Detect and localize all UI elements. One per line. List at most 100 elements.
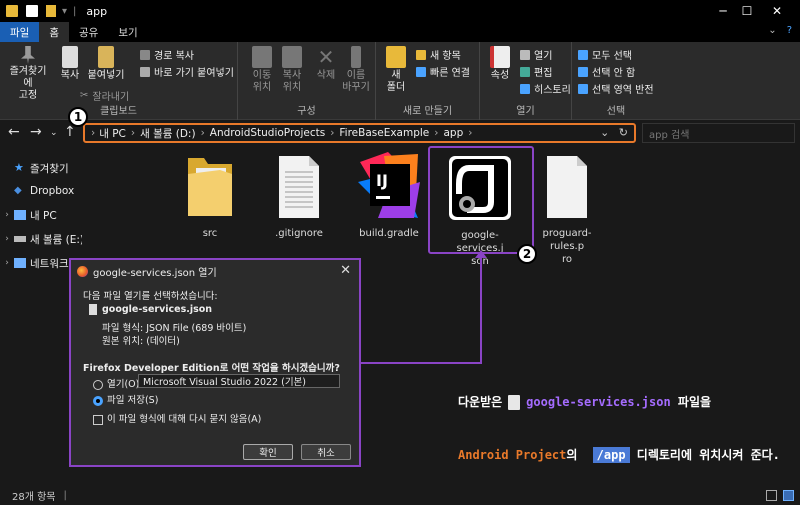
open-button[interactable]: 열기: [520, 47, 552, 62]
do-not-ask-checkbox[interactable]: 이 파일 형식에 대해 다시 묻지 않음(A): [93, 411, 261, 425]
dialog-source: 원본 위치: (데이터): [102, 336, 180, 347]
new-item-label: 새 항목: [430, 51, 461, 62]
chevron-right-icon[interactable]: ›: [0, 258, 14, 268]
paste-shortcut-button[interactable]: 바로 가기 붙여넣기: [140, 64, 234, 79]
select-all-icon: [578, 49, 588, 60]
dialog-close-icon[interactable]: ✕: [340, 263, 351, 278]
window-title: app: [86, 4, 108, 18]
organize-group: 이동 위치 복사 위치 ✕ 삭제 이름 바꾸기 구성: [238, 42, 376, 120]
select-all-button[interactable]: 모두 선택: [578, 47, 632, 62]
history-button[interactable]: 히스토리: [520, 81, 571, 96]
dialog-title-bar: google-services.json 열기: [71, 260, 359, 282]
file-item-build-gradle[interactable]: IJ build.gradle: [349, 152, 429, 240]
highlight-json-file: [428, 146, 534, 254]
sidebar-item-label: 즐겨찾기: [30, 162, 69, 175]
rename-button[interactable]: 이름 바꾸기: [336, 46, 376, 94]
refresh-icon[interactable]: ↻: [619, 126, 628, 139]
new-folder-button[interactable]: 새 폴더: [376, 46, 416, 94]
sidebar-item-volume-e[interactable]: › 새 볼륨 (E:): [0, 229, 84, 249]
tab-file[interactable]: 파일: [0, 22, 40, 42]
edit-button[interactable]: 편집: [520, 64, 552, 79]
select-none-button[interactable]: 선택 안 함: [578, 64, 635, 79]
select-none-icon: [578, 66, 588, 77]
folder-icon: [6, 5, 18, 17]
dropbox-icon: ◆: [14, 185, 22, 196]
text-file-icon: [279, 156, 319, 218]
recent-dropdown-icon[interactable]: ⌄: [50, 128, 58, 138]
search-input[interactable]: app 검색: [642, 123, 795, 143]
move-to-label: 이동 위치: [252, 70, 272, 93]
sidebar-item-dropbox[interactable]: ◆ Dropbox: [0, 181, 74, 201]
new-folder-quick-icon[interactable]: [46, 5, 56, 17]
easy-access-button[interactable]: 빠른 연결: [416, 64, 470, 79]
save-file-radio[interactable]: 파일 저장(S): [93, 392, 158, 406]
file-item-gitignore[interactable]: .gitignore: [259, 154, 339, 240]
help-icon[interactable]: ?: [787, 25, 792, 36]
history-label: 히스토리: [534, 85, 571, 96]
details-view-icon[interactable]: [766, 490, 777, 501]
drive-icon: [14, 236, 26, 242]
file-item-proguard-rules[interactable]: proguard-rules.p ro: [527, 154, 607, 266]
paste-shortcut-icon: [140, 66, 150, 77]
tab-view[interactable]: 보기: [108, 22, 147, 42]
chevron-right-icon[interactable]: ›: [0, 210, 14, 220]
svg-text:IJ: IJ: [376, 171, 388, 190]
breadcrumb-my-pc[interactable]: 내 PC: [99, 126, 126, 141]
copy-icon: [62, 46, 78, 68]
copy-to-label: 복사 위치: [282, 70, 302, 93]
file-name: proguard-rules.p ro: [542, 228, 592, 265]
sidebar-item-this-pc[interactable]: › 내 PC: [0, 205, 56, 225]
delete-icon: ✕: [317, 45, 335, 69]
sidebar-item-quick-access[interactable]: ★ 즐겨찾기: [0, 158, 69, 178]
folder-icon: [188, 158, 232, 216]
chevron-down-icon[interactable]: ⌄: [600, 126, 609, 139]
cut-label: 잘라내기: [92, 92, 130, 103]
chevron-right-icon[interactable]: ›: [0, 234, 14, 244]
file-name: .gitignore: [275, 228, 323, 239]
dialog-title: google-services.json 열기: [93, 267, 217, 279]
properties-button[interactable]: 속성: [480, 46, 520, 82]
dialog-prompt: 다음 파일 열기를 선택하셨습니다:: [83, 291, 218, 302]
back-arrow-icon[interactable]: ←: [8, 124, 20, 140]
open-with-radio[interactable]: 열기(O):: [93, 376, 143, 390]
quick-access-dropdown-icon[interactable]: ▾: [62, 6, 67, 17]
ok-button[interactable]: 확인: [243, 444, 293, 460]
select-all-label: 모두 선택: [592, 51, 632, 62]
properties-quick-icon[interactable]: [26, 5, 38, 17]
tab-share[interactable]: 공유: [69, 22, 108, 42]
delete-label: 삭제: [316, 70, 336, 81]
sidebar-item-label: 네트워크: [30, 257, 69, 270]
invert-selection-button[interactable]: 선택 영역 반전: [578, 81, 654, 96]
new-item-button[interactable]: 새 항목: [416, 47, 461, 62]
ribbon-collapse-icon[interactable]: ⌄: [768, 25, 776, 36]
breadcrumb-firebase-example[interactable]: FireBaseExample: [339, 127, 429, 139]
file-item-src[interactable]: src: [170, 154, 250, 240]
copy-path-button[interactable]: 경로 복사: [140, 47, 194, 62]
open-label: 열기: [534, 51, 553, 62]
breadcrumb-volume-d[interactable]: 새 볼륨 (D:): [140, 126, 195, 141]
properties-icon: [490, 46, 510, 68]
forward-arrow-icon[interactable]: →: [30, 124, 42, 140]
sidebar-item-label: 새 볼륨 (E:): [30, 233, 85, 246]
paste-button[interactable]: 붙여넣기: [84, 46, 128, 82]
cancel-button[interactable]: 취소: [301, 444, 351, 460]
star-icon: ★: [14, 161, 24, 174]
large-icons-view-icon[interactable]: [783, 490, 794, 501]
radio-selected-icon: [93, 395, 103, 406]
close-button[interactable]: ✕: [754, 0, 800, 22]
address-bar[interactable]: › 내 PC › 새 볼륨 (D:) › AndroidStudioProjec…: [83, 123, 636, 143]
pc-icon: [14, 210, 26, 220]
breadcrumb-android-studio-projects[interactable]: AndroidStudioProjects: [210, 127, 325, 139]
new-group: 새 폴더 새 항목 빠른 연결 새로 만들기: [376, 42, 480, 120]
edit-icon: [520, 66, 530, 77]
cut-button[interactable]: ✂ 잘라내기: [80, 88, 129, 103]
dialog-filename: google-services.json: [102, 304, 213, 315]
tab-home[interactable]: 홈: [39, 22, 69, 42]
breadcrumb-app[interactable]: app: [443, 127, 463, 139]
open-with-select[interactable]: Microsoft Visual Studio 2022 (기본): [138, 374, 340, 388]
sidebar-item-network[interactable]: › 네트워크: [0, 253, 69, 273]
step-badge-1: 1: [68, 107, 88, 127]
address-row: ← → ⌄ ↑ › 내 PC › 새 볼륨 (D:) › AndroidStud…: [0, 120, 800, 146]
pin-to-quick-access-button[interactable]: 즐겨찾기에 고정: [6, 46, 50, 102]
paste-label: 붙여넣기: [87, 70, 125, 81]
